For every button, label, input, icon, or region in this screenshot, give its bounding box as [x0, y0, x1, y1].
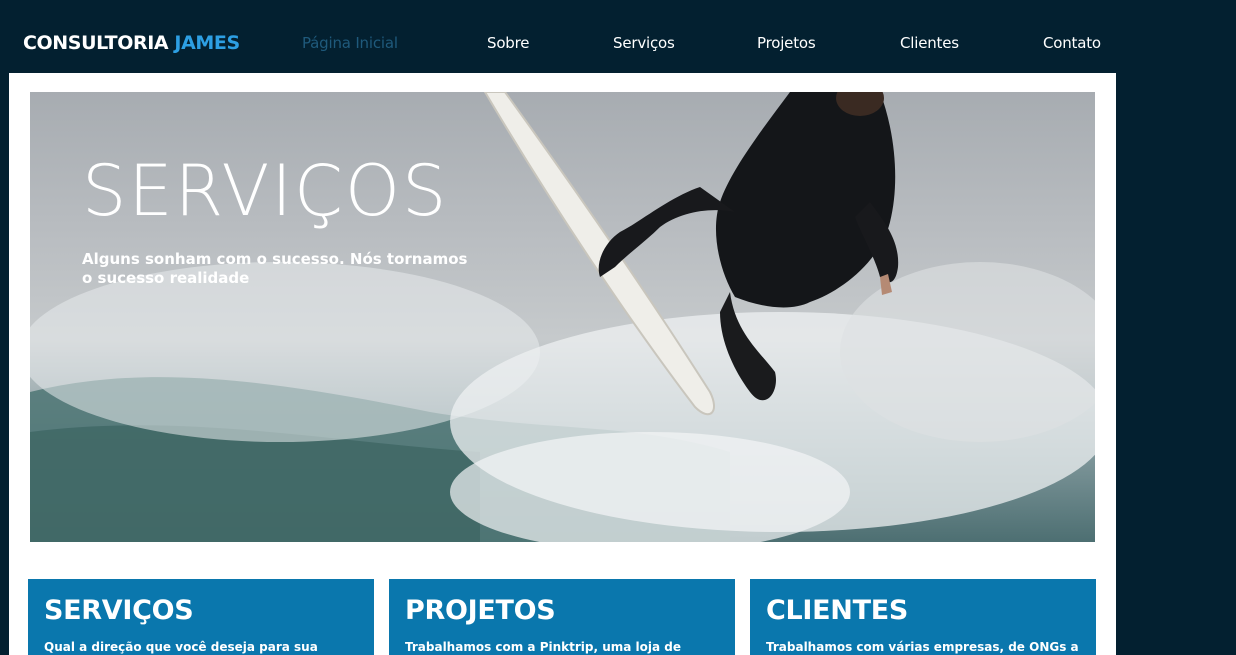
nav-link-home[interactable]: Página Inicial: [302, 34, 398, 52]
hero-subtitle: Alguns sonham com o sucesso. Nós tornamo…: [82, 250, 468, 287]
card-title: CLIENTES: [766, 595, 909, 626]
card-title: PROJETOS: [405, 595, 556, 626]
nav-link-contact[interactable]: Contato: [1043, 34, 1101, 52]
card-services[interactable]: SERVIÇOS Qual a direção que você deseja …: [28, 579, 374, 655]
card-projects[interactable]: PROJETOS Trabalhamos com a Pinktrip, uma…: [389, 579, 735, 655]
hero-title: SERVIÇOS: [82, 150, 449, 232]
card-text: Trabalhamos com a Pinktrip, uma loja de …: [405, 640, 682, 654]
logo-accent-text: JAMES: [174, 32, 240, 54]
site-logo[interactable]: CONSULTORIA JAMES: [23, 32, 240, 54]
card-title: SERVIÇOS: [44, 595, 194, 626]
nav-link-about[interactable]: Sobre: [487, 34, 529, 52]
nav-link-clients[interactable]: Clientes: [900, 34, 959, 52]
nav-link-services[interactable]: Serviços: [613, 34, 675, 52]
hero-banner: SERVIÇOS Alguns sonham com o sucesso. Nó…: [30, 92, 1095, 542]
card-clients[interactable]: CLIENTES Trabalhamos com várias empresas…: [750, 579, 1096, 655]
logo-main-text: CONSULTORIA: [23, 32, 169, 54]
card-text: Qual a direção que você deseja para sua …: [44, 640, 318, 654]
card-text: Trabalhamos com várias empresas, de ONGs…: [766, 640, 1079, 654]
nav-link-projects[interactable]: Projetos: [757, 34, 816, 52]
